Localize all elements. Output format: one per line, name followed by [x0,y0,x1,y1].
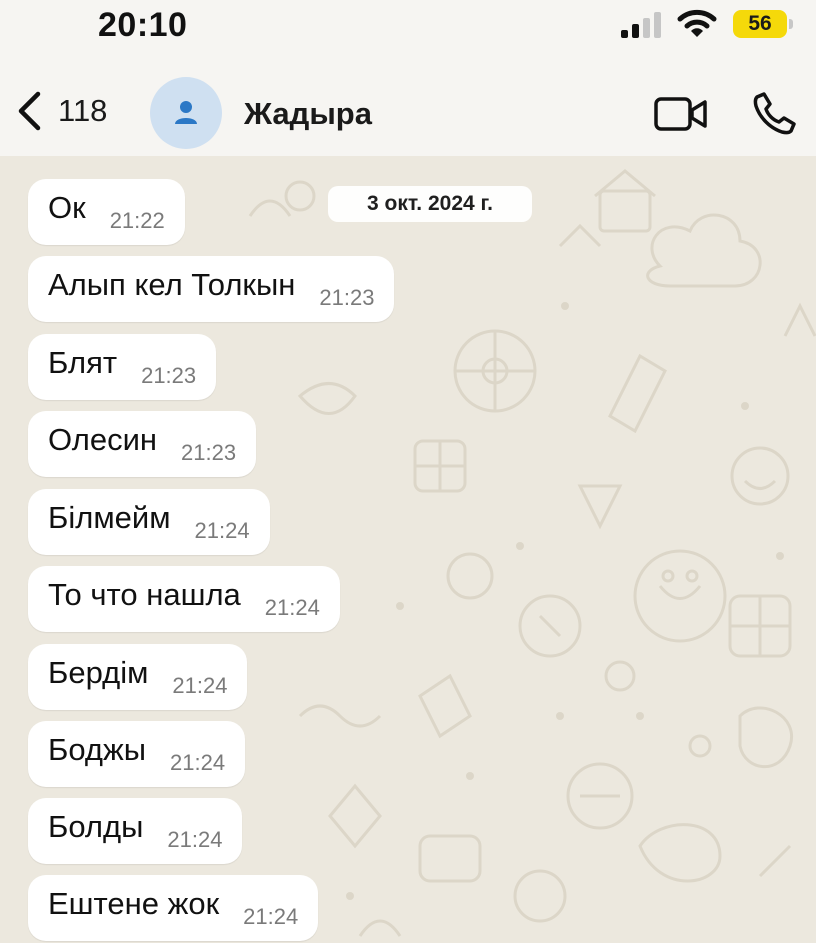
status-time: 20:10 [98,6,188,44]
message-bubble[interactable]: Ок 21:22 [28,179,185,245]
message-text: Ештене жок [48,886,220,921]
message-bubble[interactable]: Ештене жок 21:24 [28,875,319,941]
message-bubble[interactable]: Бердім 21:24 [28,644,248,710]
status-bar: 20:10 56 [0,0,816,60]
message-time: 21:22 [109,208,165,233]
message-bubble[interactable]: Боджы 21:24 [28,721,246,787]
cellular-signal-icon [621,12,661,38]
message-time: 21:24 [194,518,250,543]
back-button[interactable]: 118 [14,90,107,132]
message-bubble[interactable]: То что нашла 21:24 [28,566,340,632]
message-text: Блят [48,345,118,380]
message-time: 21:23 [141,363,197,388]
message-text: Білмейм [48,500,171,535]
message-list[interactable]: 3 окт. 2024 г. Ок 21:22 Алып кел Толкын … [0,156,816,943]
unread-count: 118 [58,93,108,128]
message-bubble[interactable]: Білмейм 21:24 [28,489,270,555]
message-time: 21:24 [243,904,299,929]
battery-icon: 56 [733,10,795,38]
message-text: Алып кел Толкын [48,267,296,302]
chevron-left-icon [18,91,41,131]
message-text: Ок [48,190,86,225]
battery-level: 56 [733,10,787,38]
message-text: Болды [48,809,144,844]
message-bubble[interactable]: Блят 21:23 [28,334,217,400]
avatar[interactable] [150,77,222,149]
message-bubble[interactable]: Олесин 21:23 [28,411,257,477]
contact-name[interactable]: Жадыра [244,96,372,132]
message-bubble[interactable]: Болды 21:24 [28,798,243,864]
message-text: Бердім [48,655,149,690]
message-time: 21:23 [181,440,237,465]
message-time: 21:23 [319,285,375,310]
battery-cap [789,19,793,29]
chat-header: 118 Жадыра [0,60,816,156]
message-text: То что нашла [48,577,241,612]
message-text: Олесин [48,422,158,457]
wifi-icon [677,9,717,37]
phone-icon[interactable] [752,90,798,136]
message-time: 21:24 [170,750,226,775]
person-icon [175,101,197,124]
message-time: 21:24 [264,595,320,620]
date-separator: 3 окт. 2024 г. [328,186,532,222]
video-camera-icon[interactable] [653,94,709,134]
message-time: 21:24 [172,673,228,698]
message-bubble[interactable]: Алып кел Толкын 21:23 [28,256,395,322]
message-text: Боджы [48,732,147,767]
message-time: 21:24 [167,827,223,852]
